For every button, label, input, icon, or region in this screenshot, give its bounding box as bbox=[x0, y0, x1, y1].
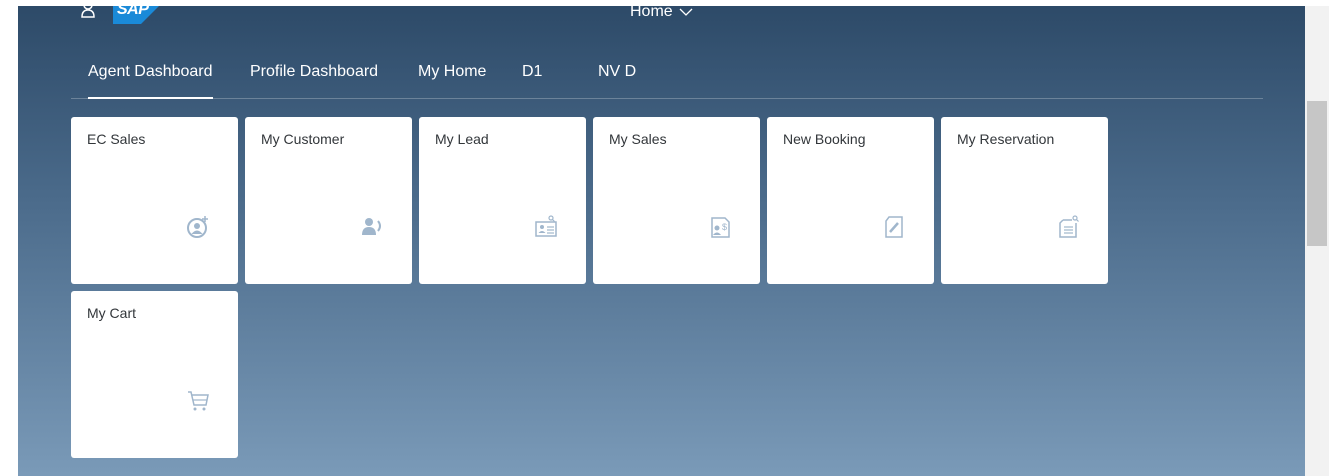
sales-document-icon: $ bbox=[708, 215, 732, 239]
tile-my-lead[interactable]: My Lead bbox=[419, 117, 586, 284]
vertical-scrollbar[interactable] bbox=[1305, 6, 1329, 476]
user-icon[interactable] bbox=[80, 6, 96, 22]
tile-my-sales[interactable]: My Sales $ bbox=[593, 117, 760, 284]
tile-ec-sales[interactable]: EC Sales bbox=[71, 117, 238, 284]
tab-my-home[interactable]: My Home bbox=[418, 63, 486, 99]
list-search-icon bbox=[1056, 215, 1080, 239]
customer-add-icon bbox=[186, 215, 210, 239]
customer-contact-icon bbox=[360, 215, 384, 239]
tab-agent-dashboard[interactable]: Agent Dashboard bbox=[88, 63, 213, 99]
business-card-search-icon bbox=[534, 215, 558, 239]
home-menu-button[interactable]: Home bbox=[630, 6, 693, 21]
tile-new-booking[interactable]: New Booking bbox=[767, 117, 934, 284]
tab-nv-d[interactable]: NV D bbox=[598, 63, 636, 99]
svg-text:$: $ bbox=[722, 222, 727, 232]
tile-title: My Lead bbox=[435, 131, 489, 147]
tab-divider bbox=[71, 98, 1263, 99]
tile-my-customer[interactable]: My Customer bbox=[245, 117, 412, 284]
scrollbar-thumb[interactable] bbox=[1307, 101, 1327, 246]
tile-title: New Booking bbox=[783, 131, 866, 147]
home-menu-label: Home bbox=[630, 6, 673, 20]
tile-title: My Customer bbox=[261, 131, 345, 147]
tab-d1[interactable]: D1 bbox=[522, 63, 542, 99]
tile-my-reservation[interactable]: My Reservation bbox=[941, 117, 1108, 284]
launchpad-shell: SAP Home Agent Dashboard Profile Dashboa… bbox=[18, 6, 1305, 476]
tile-my-cart[interactable]: My Cart bbox=[71, 291, 238, 458]
tile-title: My Sales bbox=[609, 131, 667, 147]
tile-title: My Reservation bbox=[957, 131, 1055, 147]
brand-text: SAP bbox=[117, 6, 149, 18]
tile-title: My Cart bbox=[87, 305, 136, 321]
chevron-down-icon bbox=[679, 8, 693, 16]
tab-profile-dashboard[interactable]: Profile Dashboard bbox=[250, 63, 378, 99]
document-edit-icon bbox=[882, 215, 906, 239]
tile-title: EC Sales bbox=[87, 131, 146, 147]
cart-icon bbox=[186, 389, 210, 413]
sap-logo[interactable]: SAP bbox=[113, 6, 165, 24]
